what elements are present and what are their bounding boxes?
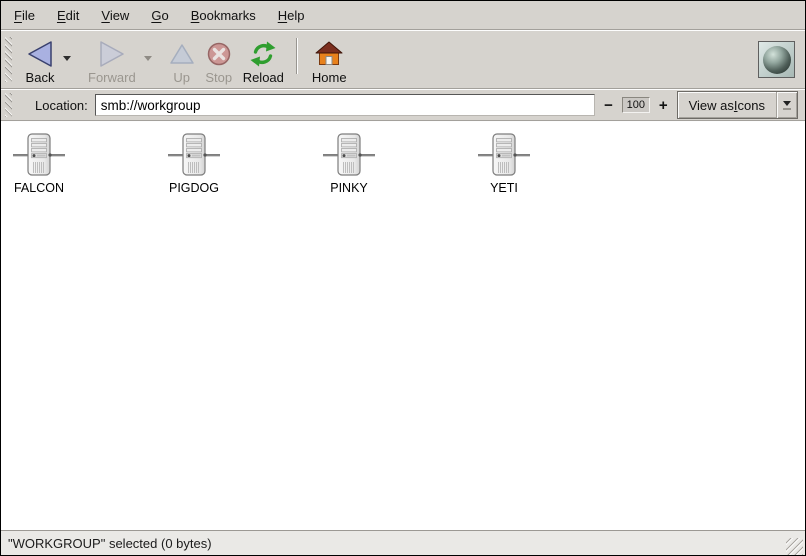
server-item-label: PIGDOG bbox=[169, 181, 219, 195]
menu-edit[interactable]: Edit bbox=[46, 5, 90, 26]
up-label: Up bbox=[173, 70, 190, 85]
menu-bookmarks[interactable]: Bookmarks bbox=[180, 5, 267, 26]
view-as-select[interactable]: View as Icons bbox=[677, 91, 798, 119]
stop-label: Stop bbox=[205, 70, 232, 85]
forward-label: Forward bbox=[88, 70, 136, 85]
zoom-in-icon[interactable]: + bbox=[657, 98, 670, 113]
server-item-label: FALCON bbox=[14, 181, 64, 195]
server-item-falcon[interactable]: FALCON bbox=[1, 132, 77, 195]
menubar: File Edit View Go Bookmarks Help bbox=[1, 1, 805, 29]
resize-grip-icon[interactable] bbox=[786, 538, 803, 555]
zoom-out-icon[interactable]: − bbox=[602, 98, 615, 113]
menu-file[interactable]: File bbox=[3, 5, 46, 26]
server-item-label: PINKY bbox=[330, 181, 368, 195]
forward-button[interactable]: Forward bbox=[83, 34, 141, 86]
icon-view[interactable]: FALCON PIGDOG PINKY YETI bbox=[1, 122, 805, 530]
server-item-label: YETI bbox=[490, 181, 518, 195]
back-label: Back bbox=[26, 70, 55, 85]
globe-sphere bbox=[763, 46, 791, 74]
reload-icon bbox=[249, 40, 277, 68]
zoom-level-indicator[interactable]: 100 bbox=[622, 97, 650, 113]
server-item-pigdog[interactable]: PIGDOG bbox=[156, 132, 232, 195]
back-icon bbox=[25, 40, 55, 68]
forward-icon bbox=[97, 40, 127, 68]
home-icon bbox=[315, 40, 343, 68]
locationbar-drag-handle[interactable] bbox=[5, 93, 12, 117]
back-button-group: Back bbox=[20, 34, 77, 86]
menu-help[interactable]: Help bbox=[267, 5, 316, 26]
toolbar-separator bbox=[296, 38, 298, 74]
toolbar: Back Forward Up bbox=[1, 31, 805, 88]
smb-server-icon bbox=[13, 132, 65, 178]
toolbar-drag-handle[interactable] bbox=[5, 37, 12, 82]
smb-server-icon bbox=[478, 132, 530, 178]
home-button[interactable]: Home bbox=[307, 34, 352, 86]
home-label: Home bbox=[312, 70, 347, 85]
location-label: Location: bbox=[35, 98, 88, 113]
throbber-globe-icon bbox=[758, 41, 795, 78]
back-history-chevron-icon[interactable] bbox=[63, 56, 71, 61]
back-button[interactable]: Back bbox=[20, 34, 60, 86]
dropdown-indicator-icon bbox=[776, 92, 797, 118]
nautilus-window: File Edit View Go Bookmarks Help Back Fo… bbox=[0, 0, 806, 556]
forward-button-group: Forward bbox=[83, 34, 158, 86]
up-button[interactable]: Up bbox=[164, 34, 200, 86]
server-item-pinky[interactable]: PINKY bbox=[311, 132, 387, 195]
status-text: "WORKGROUP" selected (0 bytes) bbox=[8, 536, 212, 551]
menu-view[interactable]: View bbox=[90, 5, 140, 26]
stop-icon bbox=[205, 40, 233, 68]
icon-grid: FALCON PIGDOG PINKY YETI bbox=[1, 132, 805, 195]
server-item-yeti[interactable]: YETI bbox=[466, 132, 542, 195]
smb-server-icon bbox=[168, 132, 220, 178]
stop-button[interactable]: Stop bbox=[200, 34, 238, 86]
up-icon bbox=[169, 40, 195, 68]
view-as-label: View as Icons bbox=[678, 92, 776, 118]
location-bar: Location: − 100 + View as Icons bbox=[1, 90, 805, 120]
forward-history-chevron-icon[interactable] bbox=[144, 56, 152, 61]
reload-button[interactable]: Reload bbox=[238, 34, 289, 86]
location-input[interactable] bbox=[95, 94, 595, 116]
statusbar: "WORKGROUP" selected (0 bytes) bbox=[1, 530, 805, 555]
menu-go[interactable]: Go bbox=[140, 5, 179, 26]
smb-server-icon bbox=[323, 132, 375, 178]
reload-label: Reload bbox=[243, 70, 284, 85]
